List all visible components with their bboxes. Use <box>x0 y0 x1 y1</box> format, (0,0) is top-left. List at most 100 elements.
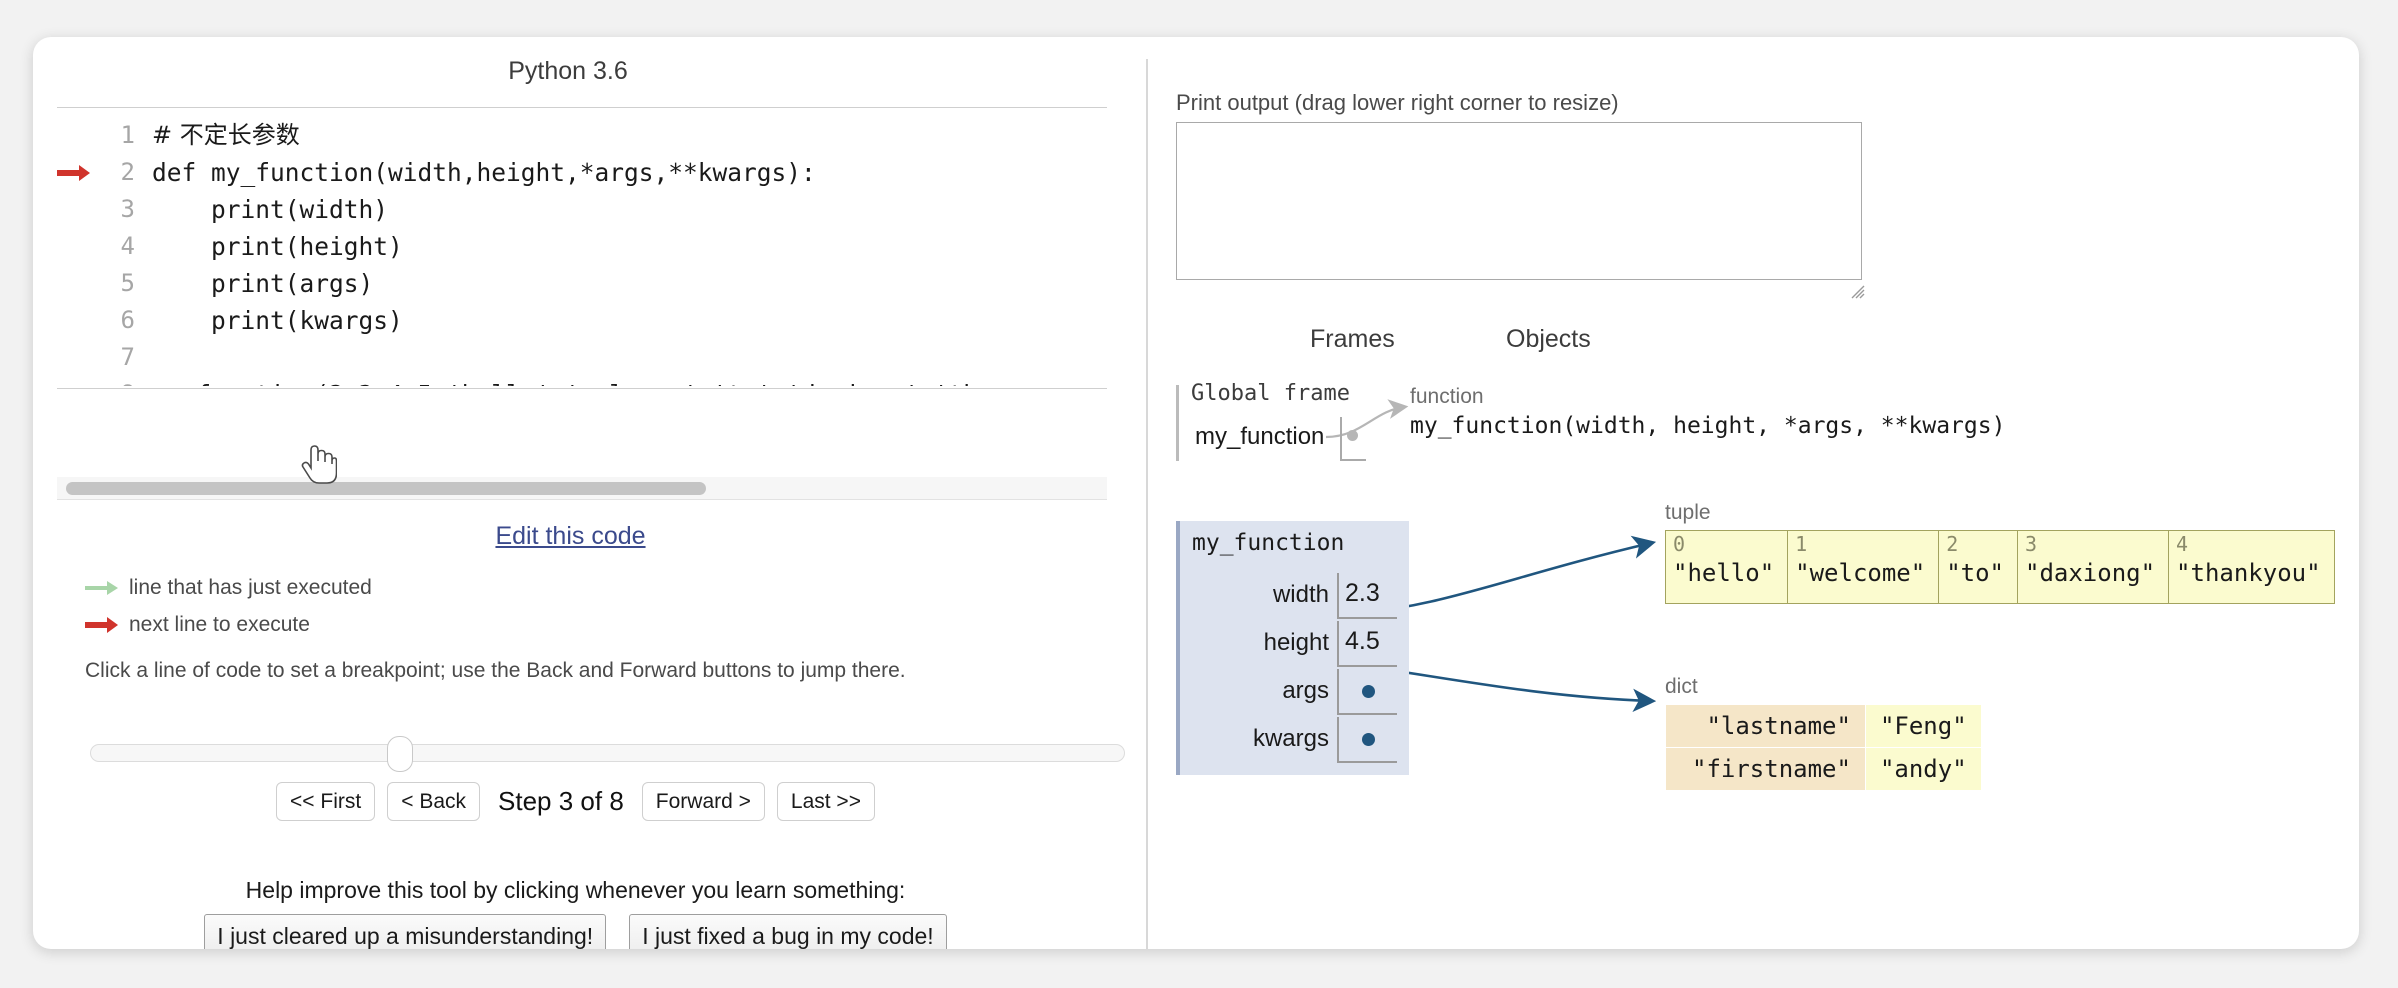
red-arrow-icon <box>85 617 127 633</box>
tuple-cell: 4 "thankyou" <box>2169 531 2334 603</box>
tuple-index: 4 <box>2176 532 2189 556</box>
dict-value: "andy" <box>1864 747 1982 791</box>
dict-object-kind: dict <box>1665 675 1698 698</box>
local-var-value: 2.3 <box>1345 579 1380 607</box>
local-frame-row: height 4.5 <box>1180 621 1413 669</box>
resize-grip-icon[interactable] <box>1851 285 1865 299</box>
local-var-name: height <box>1263 629 1329 656</box>
local-frame-row: width 2.3 <box>1180 573 1413 621</box>
code-line[interactable]: 3 print(width) <box>57 191 1107 228</box>
dict-row: "lastname" "Feng" <box>1665 704 1982 748</box>
dict-key: "lastname" <box>1665 704 1866 748</box>
function-object-signature: my_function(width, height, *args, **kwar… <box>1410 413 2006 439</box>
edit-this-code-link[interactable]: Edit this code <box>33 522 1108 551</box>
local-var-name: width <box>1272 581 1329 608</box>
code-line-number: 6 <box>120 306 135 334</box>
code-line-text: # 不定长参数 <box>152 121 300 149</box>
breakpoint-hint-text: Click a line of code to set a breakpoint… <box>85 659 906 682</box>
last-step-button[interactable]: Last >> <box>776 782 875 822</box>
code-line[interactable]: 8 my_function(2.3,4.5,'hello','welcome','… <box>57 376 1107 386</box>
local-var-name: args <box>1282 677 1329 704</box>
line-marker-empty <box>57 265 103 302</box>
feedback-prompt: Help improve this tool by clicking whene… <box>245 877 906 903</box>
step-controls: << First < Back Step 3 of 8 Forward > La… <box>33 782 1118 822</box>
print-output-box[interactable] <box>1176 122 1862 280</box>
step-slider-track[interactable] <box>90 744 1125 762</box>
code-line[interactable]: 6 print(kwargs) <box>57 302 1107 339</box>
code-line-number: 2 <box>120 158 135 186</box>
feedback-buttons: I just cleared up a misunderstanding! I … <box>33 914 1118 949</box>
code-line-text: print(width) <box>152 195 389 224</box>
tuple-object: tuple 0 "hello" 1 "welcome" 2 "to" 3 "daxiong" 4… <box>1665 501 2335 604</box>
code-hscrollbar-thumb[interactable] <box>66 482 706 495</box>
forward-step-button[interactable]: Forward > <box>641 782 765 822</box>
tuple-value: "thankyou" <box>2176 559 2321 587</box>
tuple-cell: 0 "hello" <box>1666 531 1789 603</box>
code-line[interactable]: 7 <box>57 339 1107 376</box>
legend-row-next: next line to execute <box>85 609 1095 641</box>
code-line-number: 1 <box>120 121 135 149</box>
global-frame-title: Global frame <box>1191 381 1350 406</box>
python-tutor-page: Python 3.6 1 # 不定长参数 2 def my_function(widt… <box>0 0 2398 988</box>
global-frame: Global frame my_function <box>1176 381 1380 461</box>
frames-column-header: Frames <box>1310 325 1395 353</box>
code-line[interactable]: 4 print(height) <box>57 228 1107 265</box>
executed-line-arrow-icon <box>57 376 103 386</box>
local-frame-row: kwargs <box>1180 717 1413 765</box>
code-line[interactable]: 5 print(args) <box>57 265 1107 302</box>
tuple-index: 0 <box>1673 532 1686 556</box>
local-frame-my-function: my_function width 2.3 height 4.5 args kwargs <box>1176 521 1409 775</box>
local-var-value: 4.5 <box>1345 627 1380 655</box>
first-step-button[interactable]: << First <box>276 782 376 822</box>
line-marker-empty <box>57 302 103 339</box>
local-frame-title: my_function <box>1192 530 1345 556</box>
execution-legend: line that has just executed next line to… <box>85 572 1095 646</box>
step-slider-handle[interactable] <box>387 736 413 772</box>
code-line-number: 7 <box>120 343 135 371</box>
local-frame-row: args <box>1180 669 1413 717</box>
tuple-index: 2 <box>1946 532 1959 556</box>
tuple-cell: 1 "welcome" <box>1788 531 1940 603</box>
code-lines-container[interactable]: 1 # 不定长参数 2 def my_function(width,height,*a… <box>57 108 1107 386</box>
feedback-section: Help improve this tool by clicking whene… <box>33 877 1118 949</box>
code-line-text: print(args) <box>152 269 374 298</box>
code-line-number: 8 <box>103 376 135 386</box>
tuple-value: "to" <box>1946 559 2004 587</box>
global-var-pointer-dot <box>1347 430 1358 441</box>
code-line-number: 5 <box>120 269 135 297</box>
visualization-panel: Print output (drag lower right corner to… <box>1146 37 2359 949</box>
line-marker-empty <box>57 339 103 376</box>
cleared-misunderstanding-button[interactable]: I just cleared up a misunderstanding! <box>204 914 607 949</box>
tuple-index: 1 <box>1795 532 1808 556</box>
legend-row-executed: line that has just executed <box>85 572 1095 604</box>
code-display[interactable]: 1 # 不定长参数 2 def my_function(width,height,*a… <box>57 107 1107 389</box>
code-bottom-rule <box>57 388 1107 389</box>
code-line[interactable]: 1 # 不定长参数 <box>57 117 1107 154</box>
fixed-bug-button[interactable]: I just fixed a bug in my code! <box>629 914 947 949</box>
function-object: function my_function(width, height, *arg… <box>1410 385 2005 439</box>
code-line-text: my_function(2.3,4.5,'hello','welcome','t… <box>152 376 993 386</box>
print-output-label: Print output (drag lower right corner to… <box>1176 90 1619 115</box>
visualizer-card: Python 3.6 1 # 不定长参数 2 def my_function(widt… <box>33 37 2359 949</box>
local-var-pointer-dot <box>1362 733 1375 746</box>
step-slider[interactable] <box>90 736 1125 772</box>
dict-key: "firstname" <box>1665 747 1866 791</box>
legend-label-executed: line that has just executed <box>129 576 372 599</box>
back-step-button[interactable]: < Back <box>387 782 481 822</box>
tuple-value: "hello" <box>1673 559 1775 587</box>
tuple-cell: 2 "to" <box>1939 531 2018 603</box>
code-line[interactable]: 2 def my_function(width,height,*args,**kw… <box>57 154 1107 191</box>
global-var-my-function: my_function <box>1195 423 1325 450</box>
line-marker-empty <box>57 117 103 154</box>
step-counter-label: Step 3 of 8 <box>498 786 624 817</box>
line-marker-empty <box>57 228 103 265</box>
legend-label-next: next line to execute <box>129 613 310 636</box>
code-line-text: print(height) <box>152 232 403 261</box>
code-panel: Python 3.6 1 # 不定长参数 2 def my_function(widt… <box>33 37 1145 949</box>
tuple-cells: 0 "hello" 1 "welcome" 2 "to" 3 "daxiong" 4 "thank… <box>1665 530 2335 604</box>
dict-row: "firstname" "andy" <box>1665 747 1982 791</box>
next-line-arrow-icon <box>57 154 103 191</box>
code-line-number: 3 <box>120 195 135 223</box>
function-object-kind: function <box>1410 385 1484 408</box>
line-marker-empty <box>57 191 103 228</box>
